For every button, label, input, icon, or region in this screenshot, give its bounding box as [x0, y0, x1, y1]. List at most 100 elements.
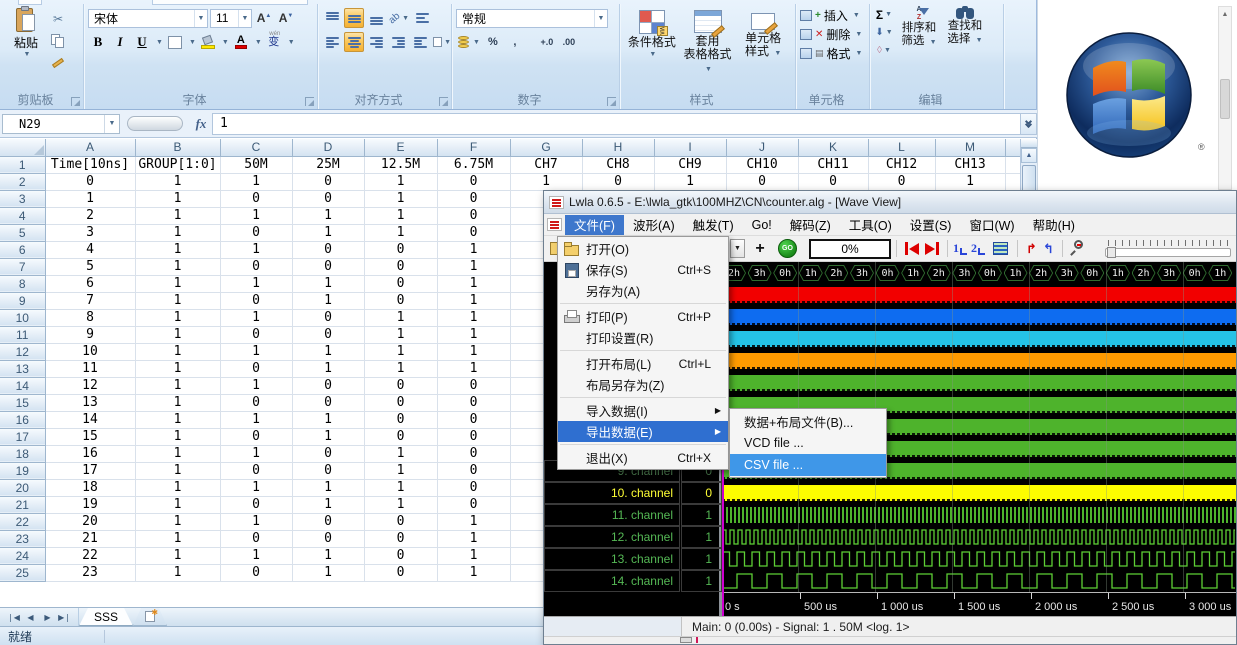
column-header[interactable]: J [726, 139, 798, 156]
font-dialog-launcher[interactable] [305, 97, 314, 106]
column-header[interactable]: G [510, 139, 582, 156]
cell[interactable]: 0 [292, 173, 364, 190]
add-button[interactable]: + [752, 240, 768, 258]
cell[interactable]: 22 [45, 547, 135, 564]
cell[interactable]: 12 [45, 377, 135, 394]
cell[interactable]: 0 [437, 428, 510, 445]
cell[interactable]: 1 [364, 445, 437, 462]
cell[interactable]: 0 [220, 224, 292, 241]
row-header[interactable]: 3 [0, 190, 45, 207]
cell[interactable]: 0 [292, 513, 364, 530]
scroll-up-icon[interactable]: ▲ [1219, 7, 1231, 22]
row-header[interactable]: 6 [0, 241, 45, 258]
accounting-format-button[interactable]: ▼ [456, 32, 481, 52]
cell[interactable]: 1 [135, 207, 220, 224]
cell[interactable]: 1 [654, 173, 726, 190]
cell[interactable]: 5 [45, 258, 135, 275]
file-menu-item[interactable]: 导出数据(E)▶ [558, 421, 728, 442]
cell[interactable]: 1 [135, 428, 220, 445]
cell[interactable]: 0 [220, 360, 292, 377]
font-size-combo[interactable]: 11▼ [210, 9, 252, 28]
cell[interactable]: CH13 [935, 156, 1005, 173]
cell[interactable]: 0 [437, 207, 510, 224]
cell[interactable]: 1 [220, 411, 292, 428]
cell[interactable]: 1 [292, 292, 364, 309]
column-header[interactable]: F [437, 139, 510, 156]
cell[interactable]: 6.75M [437, 156, 510, 173]
cell[interactable]: 1 [135, 258, 220, 275]
file-menu-item[interactable]: 导入数据(I)▶ [558, 400, 728, 421]
cell[interactable]: 1 [220, 445, 292, 462]
cell[interactable]: 1 [437, 360, 510, 377]
clear-button[interactable]: ◊▼ [874, 42, 894, 59]
cell[interactable]: 1 [364, 190, 437, 207]
cell[interactable]: 0 [292, 241, 364, 258]
cell[interactable]: 1 [135, 547, 220, 564]
cell[interactable]: 0 [220, 258, 292, 275]
cell[interactable]: 1 [364, 462, 437, 479]
delete-cells-button[interactable]: ✕删除▼ [800, 25, 865, 44]
decrease-decimal-button[interactable]: .00 [559, 32, 579, 52]
row-header[interactable]: 21 [0, 496, 45, 513]
cell[interactable]: 0 [292, 377, 364, 394]
hscroll-box[interactable] [680, 637, 692, 643]
cell[interactable]: 1 [437, 564, 510, 581]
cell[interactable]: CH7 [510, 156, 582, 173]
cell[interactable]: 1 [135, 564, 220, 581]
align-middle-button[interactable] [344, 8, 364, 28]
autosum-button[interactable]: Σ▼ [874, 6, 894, 23]
row-header[interactable]: 24 [0, 547, 45, 564]
cell[interactable]: 0 [220, 496, 292, 513]
sheet-tab[interactable]: SSS [79, 608, 133, 626]
cell[interactable]: 0 [292, 462, 364, 479]
row-header[interactable]: 2 [0, 173, 45, 190]
cell[interactable]: 11 [45, 360, 135, 377]
align-bottom-button[interactable] [366, 8, 386, 28]
cell[interactable]: 1 [135, 292, 220, 309]
cell[interactable]: 0 [220, 428, 292, 445]
cell[interactable]: 0 [437, 479, 510, 496]
cell[interactable]: 1 [135, 496, 220, 513]
column-header[interactable]: K [798, 139, 868, 156]
menubar-item-7[interactable]: 设置(S) [901, 215, 961, 235]
cell[interactable]: 1 [220, 173, 292, 190]
cell[interactable]: CH9 [654, 156, 726, 173]
split-handle[interactable] [1021, 139, 1037, 148]
cell[interactable]: 16 [45, 445, 135, 462]
row-header[interactable]: 25 [0, 564, 45, 581]
cell[interactable]: 1 [135, 343, 220, 360]
zoom-thumb[interactable] [1107, 247, 1116, 258]
row-header[interactable]: 14 [0, 377, 45, 394]
cell[interactable]: 0 [437, 173, 510, 190]
cell[interactable]: 0 [220, 190, 292, 207]
font-color-button[interactable]: A [231, 32, 251, 52]
cell[interactable]: 0 [364, 394, 437, 411]
zoom-out-button[interactable] [1070, 240, 1087, 257]
channel-row[interactable]: 13. channel1 [544, 548, 722, 570]
cell[interactable]: 1 [135, 224, 220, 241]
cell[interactable]: 1 [135, 173, 220, 190]
channel-row[interactable]: 12. channel1 [544, 526, 722, 548]
jump-next-edge-button[interactable]: ↱ [1026, 241, 1037, 257]
format-cells-button[interactable]: ▤格式▼ [800, 44, 865, 63]
column-header[interactable]: I [654, 139, 726, 156]
cell[interactable]: 1 [437, 309, 510, 326]
cell[interactable]: 1 [220, 377, 292, 394]
cell[interactable]: CH12 [868, 156, 935, 173]
phonetic-button[interactable]: wén变 [264, 32, 284, 52]
cell[interactable]: 1 [935, 173, 1005, 190]
cell[interactable]: 1 [437, 241, 510, 258]
cell[interactable]: 1 [220, 241, 292, 258]
cell[interactable]: 0 [437, 377, 510, 394]
cell[interactable]: 8 [45, 309, 135, 326]
cell[interactable]: 0 [364, 258, 437, 275]
column-header-partial[interactable] [1005, 139, 1021, 156]
column-header[interactable]: A [45, 139, 135, 156]
cell[interactable]: 1 [135, 241, 220, 258]
cell[interactable]: 23 [45, 564, 135, 581]
row-header[interactable]: 13 [0, 360, 45, 377]
cell[interactable]: 7 [45, 292, 135, 309]
cell[interactable]: 0 [364, 292, 437, 309]
cell[interactable]: 0 [364, 564, 437, 581]
row-header[interactable]: 16 [0, 411, 45, 428]
